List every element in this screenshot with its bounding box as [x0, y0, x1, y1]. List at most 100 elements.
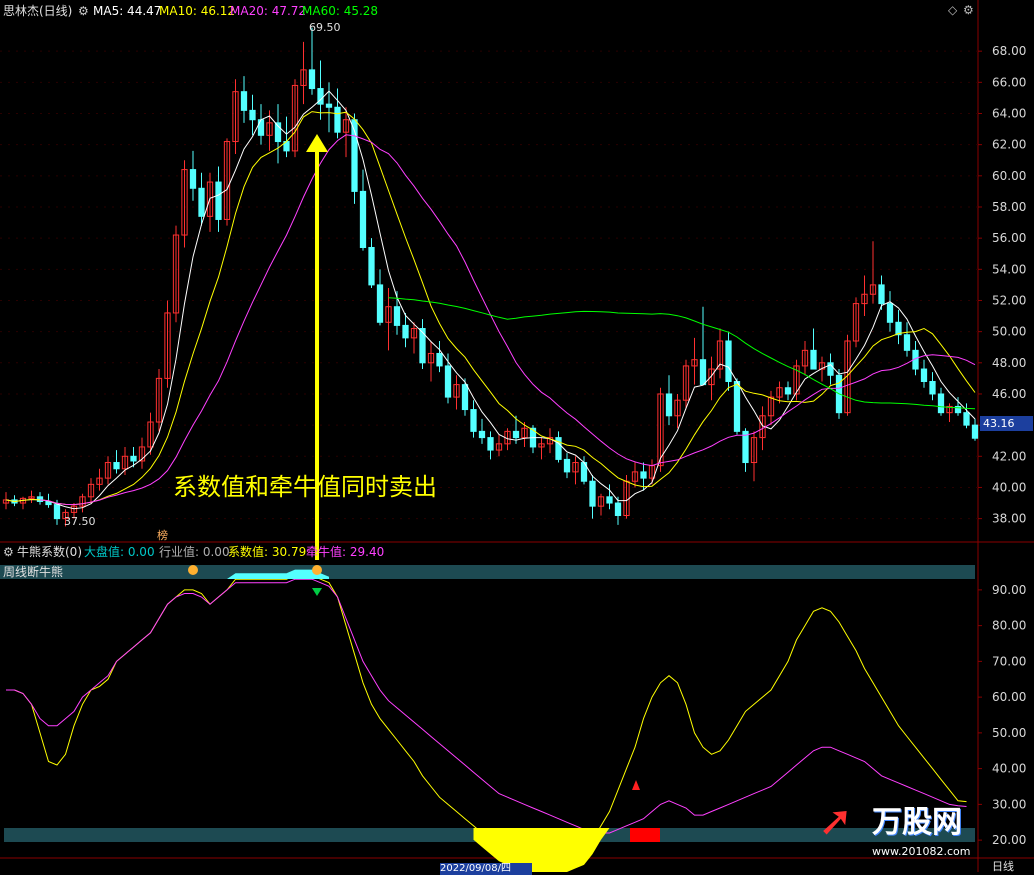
chart-window: 38.0040.0042.0044.0046.0048.0050.0052.00…	[0, 0, 1034, 875]
date-cursor-label: 2022/09/08/四	[440, 863, 532, 875]
candle-body	[461, 384, 469, 411]
xishu-value: 系数值: 30.79	[228, 545, 307, 559]
watermark-url: www.201082.com	[872, 845, 971, 858]
indicator-tick-label: 90.00	[992, 583, 1026, 597]
qianniu-line	[6, 578, 967, 834]
gear-icon[interactable]: ⚙	[78, 4, 89, 18]
candle-body	[614, 502, 622, 517]
candle-body	[512, 430, 520, 439]
gear-icon[interactable]: ⚙	[963, 3, 974, 17]
ma10-label: MA10: 46.12	[159, 4, 236, 18]
logo-arrow-icon: ➚	[818, 796, 854, 845]
candle-body	[215, 181, 222, 220]
price-tick-label: 42.00	[992, 449, 1026, 463]
price-tick-label: 58.00	[992, 200, 1026, 214]
weekly-label: 周线断牛熊	[3, 565, 64, 579]
candle-body	[878, 284, 885, 305]
price-tick-label: 52.00	[992, 293, 1026, 307]
candle-body	[640, 471, 647, 479]
candle-body	[784, 387, 792, 395]
signal-marker	[312, 565, 322, 575]
candle-body	[130, 455, 137, 462]
low-price-label: 37.50	[64, 515, 96, 528]
ma20-label: MA20: 47.72	[230, 4, 307, 18]
candle-body	[113, 462, 120, 470]
price-tick-label: 68.00	[992, 44, 1026, 58]
candle-body	[240, 91, 248, 111]
sell-signal-marker	[312, 588, 322, 596]
price-tick-label: 48.00	[992, 356, 1026, 370]
candle-body	[699, 359, 707, 386]
indicator-tick-label: 20.00	[992, 833, 1026, 847]
candle-body	[487, 437, 494, 451]
hangye-value: 行业值: 0.00	[159, 545, 230, 559]
candle-body	[368, 246, 375, 286]
weekly-bull-bear-bar	[0, 565, 975, 579]
candle-body	[606, 496, 613, 504]
price-tick-label: 40.00	[992, 480, 1026, 494]
candle-body	[393, 306, 401, 326]
price-tick-label: 54.00	[992, 262, 1026, 276]
candle-body	[971, 424, 979, 439]
candle-body	[257, 119, 265, 136]
candle-body	[325, 103, 333, 108]
candle-body	[470, 409, 477, 432]
indicator-name: 牛熊系数(0)	[17, 545, 82, 559]
candle-body	[36, 496, 44, 502]
candle-body	[886, 303, 894, 323]
candle-body	[376, 284, 384, 323]
price-tick-label: 56.00	[992, 231, 1026, 245]
candle-body	[920, 368, 928, 383]
price-tick-label: 66.00	[992, 75, 1026, 89]
current-price-badge: 43.16	[980, 416, 1033, 431]
price-tick-label: 50.00	[992, 325, 1026, 339]
candle-body	[478, 430, 486, 439]
candle-body	[963, 412, 970, 426]
candle-body	[53, 504, 61, 520]
price-tick-label: 62.00	[992, 138, 1026, 152]
signal-marker	[188, 565, 198, 575]
candle-body	[359, 190, 367, 248]
candle-body	[444, 365, 452, 398]
candle-body	[563, 458, 571, 473]
candle-body	[937, 393, 945, 414]
qianniu-value: 牵牛值: 29.40	[306, 545, 385, 559]
price-tick-label: 60.00	[992, 169, 1026, 183]
dapan-value: 大盘值: 0.00	[84, 545, 155, 559]
indicator-tick-label: 50.00	[992, 726, 1026, 740]
bear-signal-block	[630, 828, 660, 842]
indicator-tick-label: 40.00	[992, 762, 1026, 776]
sell-arrow-head	[306, 134, 328, 152]
candle-body	[929, 381, 936, 395]
candle-body	[249, 109, 256, 121]
stock-title: 思林杰(日线)	[3, 4, 73, 18]
price-tick-label: 38.00	[992, 512, 1026, 526]
ma60-label: MA60: 45.28	[302, 4, 379, 18]
gear-icon[interactable]: ⚙	[3, 545, 14, 559]
price-tick-label: 46.00	[992, 387, 1026, 401]
candle-body	[308, 69, 316, 90]
rank-badge[interactable]: 榜	[157, 529, 168, 543]
high-price-label: 69.50	[309, 21, 341, 34]
sell-annotation: 系数值和牵牛值同时卖出	[173, 473, 437, 501]
buy-signal-marker	[632, 780, 640, 790]
candle-body	[436, 352, 443, 367]
chart-canvas: 38.0040.0042.0044.0046.0048.0050.0052.00…	[0, 0, 1034, 872]
candle-body	[198, 187, 205, 217]
candle-body	[903, 334, 911, 351]
diamond-icon[interactable]: ◇	[948, 3, 957, 17]
watermark-brand: 万股网	[872, 805, 962, 840]
indicator-tick-label: 70.00	[992, 654, 1026, 668]
candle-body	[742, 430, 749, 464]
candle-body	[725, 340, 732, 383]
ma5-label: MA5: 44.47	[93, 4, 162, 18]
indicator-tick-label: 80.00	[992, 619, 1026, 633]
candle-body	[665, 393, 673, 417]
price-tick-label: 64.00	[992, 106, 1026, 120]
candle-body	[589, 480, 596, 507]
candle-body	[402, 324, 409, 339]
indicator-tick-label: 30.00	[992, 797, 1026, 811]
candle-body	[334, 106, 341, 133]
candle-body	[810, 349, 817, 370]
indicator-tick-label: 60.00	[992, 690, 1026, 704]
